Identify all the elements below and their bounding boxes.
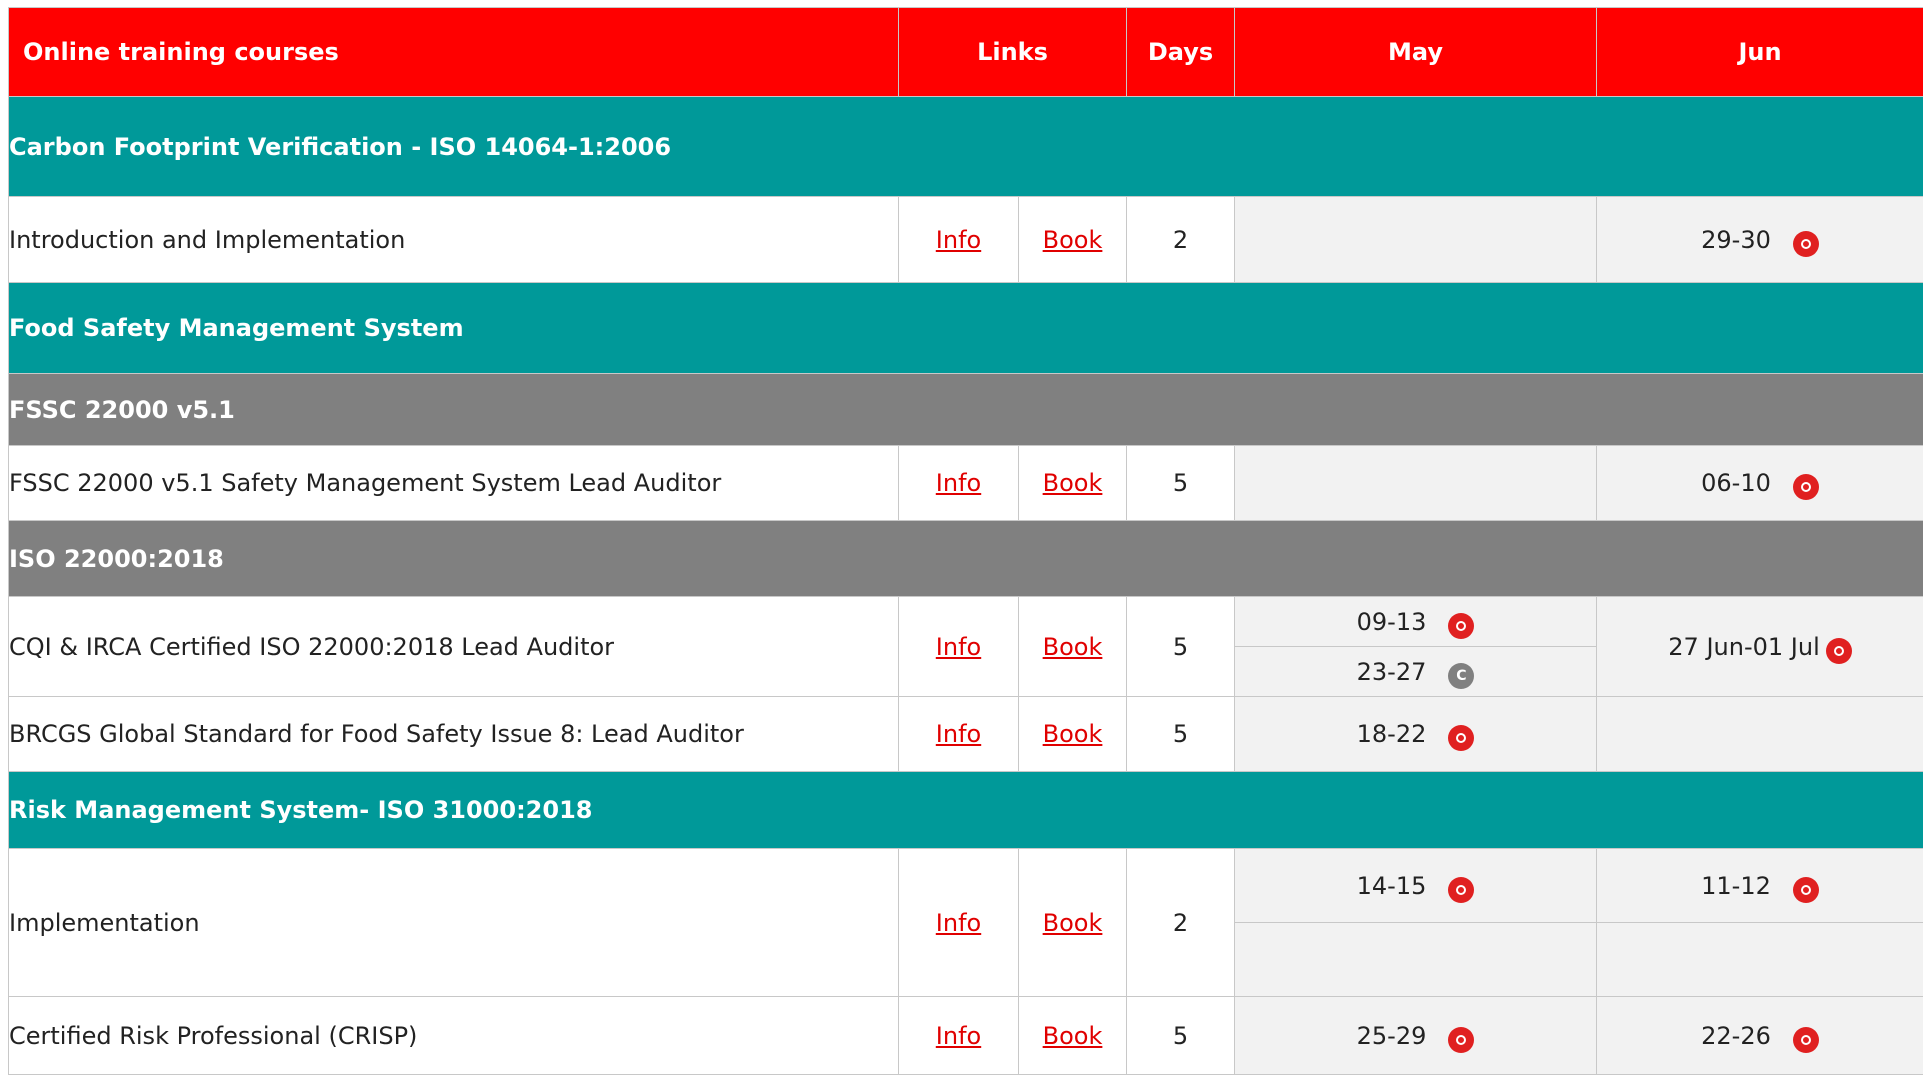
may-date-cell: 18-22: [1235, 697, 1597, 772]
subcategory-title: FSSC 22000 v5.1: [9, 374, 1923, 446]
may-date-cell: [1235, 446, 1597, 521]
date-text: 06-10: [1701, 469, 1771, 497]
may-date-cell: 25-29: [1235, 997, 1597, 1075]
training-schedule-page: Online training courses Links Days May J…: [0, 0, 1923, 1072]
info-cell: Info: [899, 697, 1019, 772]
book-link[interactable]: Book: [1043, 469, 1103, 497]
open-status-icon[interactable]: [1448, 613, 1474, 639]
course-row: FSSC 22000 v5.1 Safety Management System…: [9, 446, 1923, 521]
info-link[interactable]: Info: [936, 469, 981, 497]
info-link[interactable]: Info: [936, 909, 981, 937]
date-text: 29-30: [1701, 226, 1771, 254]
course-row: Introduction and Implementation Info Boo…: [9, 197, 1923, 283]
open-status-icon[interactable]: [1448, 725, 1474, 751]
open-status-icon[interactable]: [1448, 1027, 1474, 1053]
info-cell: Info: [899, 849, 1019, 997]
date-text: 09-13: [1357, 608, 1427, 636]
may-date-cell: 23-27: [1235, 647, 1597, 697]
course-title: Introduction and Implementation: [9, 197, 899, 283]
course-days: 5: [1127, 446, 1235, 521]
may-date-cell: [1235, 197, 1597, 283]
category-row: Carbon Footprint Verification - ISO 1406…: [9, 97, 1923, 197]
date-text: 11-12: [1701, 872, 1771, 900]
info-link[interactable]: Info: [936, 1022, 981, 1050]
book-cell: Book: [1019, 597, 1127, 697]
subcategory-row: FSSC 22000 v5.1: [9, 374, 1923, 446]
category-row: Risk Management System- ISO 31000:2018: [9, 772, 1923, 849]
course-title: CQI & IRCA Certified ISO 22000:2018 Lead…: [9, 597, 899, 697]
course-title: Implementation: [9, 849, 899, 997]
course-days: 5: [1127, 697, 1235, 772]
info-cell: Info: [899, 446, 1019, 521]
open-status-icon[interactable]: [1793, 1027, 1819, 1053]
date-text: 25-29: [1357, 1022, 1427, 1050]
table-header-row: Online training courses Links Days May J…: [9, 8, 1923, 97]
course-days: 2: [1127, 849, 1235, 997]
book-cell: Book: [1019, 849, 1127, 997]
training-schedule-table: Online training courses Links Days May J…: [8, 7, 1923, 1075]
category-title: Carbon Footprint Verification - ISO 1406…: [9, 97, 1923, 197]
days-column-header: Days: [1127, 8, 1235, 97]
book-link[interactable]: Book: [1043, 633, 1103, 661]
book-cell: Book: [1019, 697, 1127, 772]
book-link[interactable]: Book: [1043, 226, 1103, 254]
jun-column-header: Jun: [1597, 8, 1923, 97]
course-row: Certified Risk Professional (CRISP) Info…: [9, 997, 1923, 1075]
open-status-icon[interactable]: [1793, 474, 1819, 500]
open-status-icon[interactable]: [1826, 638, 1852, 664]
subcategory-row: ISO 22000:2018: [9, 521, 1923, 597]
info-link[interactable]: Info: [936, 720, 981, 748]
course-row: Implementation Info Book 2 14-15 11-12: [9, 849, 1923, 923]
jun-date-cell: [1597, 923, 1923, 997]
open-status-icon[interactable]: [1448, 877, 1474, 903]
jun-date-cell: 27 Jun-01 Jul: [1597, 597, 1923, 697]
subcategory-title: ISO 22000:2018: [9, 521, 1923, 597]
may-date-cell: 14-15: [1235, 849, 1597, 923]
course-title: Certified Risk Professional (CRISP): [9, 997, 899, 1075]
info-cell: Info: [899, 997, 1019, 1075]
info-cell: Info: [899, 597, 1019, 697]
may-date-cell: 09-13: [1235, 597, 1597, 647]
date-text: 22-26: [1701, 1022, 1771, 1050]
course-title: BRCGS Global Standard for Food Safety Is…: [9, 697, 899, 772]
date-text: 23-27: [1357, 658, 1427, 686]
date-text: 14-15: [1357, 872, 1427, 900]
open-status-icon[interactable]: [1793, 877, 1819, 903]
jun-date-cell: 06-10: [1597, 446, 1923, 521]
course-title: FSSC 22000 v5.1 Safety Management System…: [9, 446, 899, 521]
jun-date-cell: 29-30: [1597, 197, 1923, 283]
may-column-header: May: [1235, 8, 1597, 97]
links-column-header: Links: [899, 8, 1127, 97]
book-cell: Book: [1019, 446, 1127, 521]
jun-date-cell: 22-26: [1597, 997, 1923, 1075]
may-date-cell: [1235, 923, 1597, 997]
course-days: 5: [1127, 997, 1235, 1075]
book-link[interactable]: Book: [1043, 720, 1103, 748]
category-row: Food Safety Management System: [9, 283, 1923, 374]
date-text: 27 Jun-01 Jul: [1668, 633, 1819, 661]
course-row: BRCGS Global Standard for Food Safety Is…: [9, 697, 1923, 772]
info-link[interactable]: Info: [936, 633, 981, 661]
course-days: 5: [1127, 597, 1235, 697]
book-cell: Book: [1019, 997, 1127, 1075]
course-days: 2: [1127, 197, 1235, 283]
closed-status-icon[interactable]: [1448, 663, 1474, 689]
course-column-header: Online training courses: [9, 8, 899, 97]
book-link[interactable]: Book: [1043, 1022, 1103, 1050]
date-text: 18-22: [1357, 720, 1427, 748]
book-cell: Book: [1019, 197, 1127, 283]
book-link[interactable]: Book: [1043, 909, 1103, 937]
info-cell: Info: [899, 197, 1019, 283]
jun-date-cell: 11-12: [1597, 849, 1923, 923]
course-row: CQI & IRCA Certified ISO 22000:2018 Lead…: [9, 597, 1923, 647]
open-status-icon[interactable]: [1793, 231, 1819, 257]
jun-date-cell: [1597, 697, 1923, 772]
category-title: Risk Management System- ISO 31000:2018: [9, 772, 1923, 849]
category-title: Food Safety Management System: [9, 283, 1923, 374]
info-link[interactable]: Info: [936, 226, 981, 254]
